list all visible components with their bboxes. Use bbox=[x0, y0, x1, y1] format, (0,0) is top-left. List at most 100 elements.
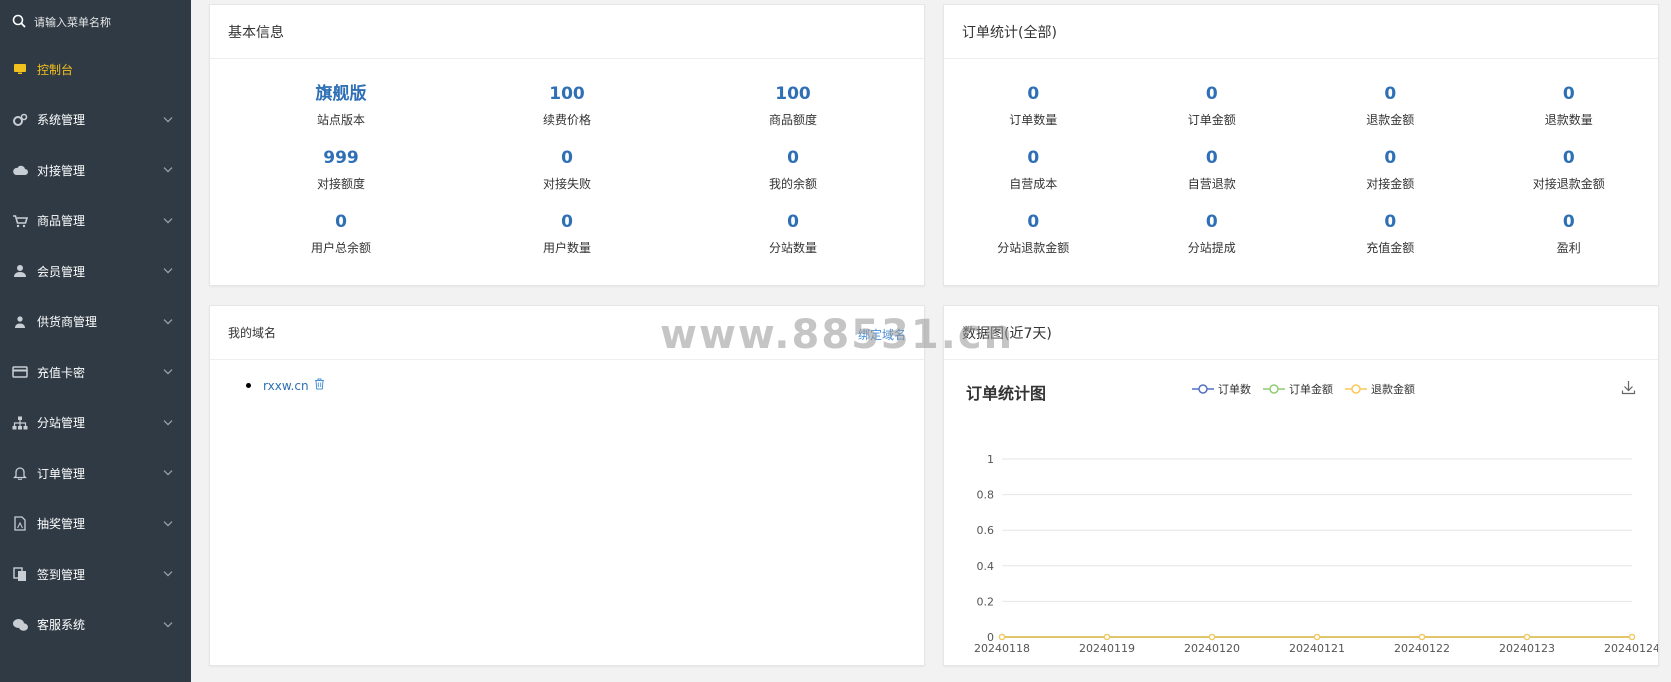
x-tick-label: 20240124 bbox=[1604, 642, 1658, 655]
stat-label: 订单数量 bbox=[1009, 113, 1058, 127]
order-stats: 0 订单数量 0 订单金额 0 退款金额 0 退款数量 0 自营成本 0 自营退款 0 对接金额 0 对接退款… bbox=[944, 59, 1658, 267]
sidebar-item[interactable]: 会员管理 bbox=[0, 246, 191, 297]
chat-icon bbox=[11, 617, 29, 633]
data-point[interactable] bbox=[1628, 633, 1636, 641]
bullet bbox=[246, 383, 251, 388]
stat-value: 旗舰版 bbox=[315, 84, 367, 104]
stat-cell: 0 退款金额 bbox=[1301, 75, 1480, 139]
sidebar-item-label: 会员管理 bbox=[37, 264, 86, 279]
basic-stats: 旗舰版 站点版本 100 续费价格 100 商品额度 999 对接额度 0 对接失败 0 我的余额 0 用… bbox=[210, 59, 924, 267]
stat-label: 自营退款 bbox=[1187, 177, 1236, 191]
stat-cell: 0 对接退款金额 bbox=[1480, 139, 1659, 203]
stat-label: 对接金额 bbox=[1366, 177, 1415, 191]
stat-cell: 999 对接额度 bbox=[228, 139, 454, 203]
sidebar-item-label: 订单管理 bbox=[37, 466, 86, 481]
stat-value: 0 bbox=[1027, 212, 1040, 232]
chevron-down-icon bbox=[163, 566, 173, 580]
stat-label: 充值金额 bbox=[1366, 241, 1415, 255]
stat-label: 对接额度 bbox=[316, 177, 365, 191]
sidebar: 请输入菜单名称 控制台系统管理对接管理 商品管理会员管理供货商管理充值卡密分站管理… bbox=[0, 0, 191, 682]
stat-value: 0 bbox=[335, 212, 347, 232]
stat-cell: 0 对接金额 bbox=[1301, 139, 1480, 203]
stat-cell: 100 续费价格 bbox=[454, 75, 680, 139]
y-tick-label: 1 bbox=[987, 453, 994, 466]
stat-value: 999 bbox=[323, 148, 359, 168]
sidebar-item[interactable]: 对接管理 bbox=[0, 145, 191, 196]
chart-area: 订单统计图 订单数 订单金额 退款金额 0 0.2 0.4 0.6 0.8 1 20240118… bbox=[944, 360, 1658, 666]
sidebar-item[interactable]: 商品管理 bbox=[0, 196, 191, 247]
stat-cell: 100 商品额度 bbox=[680, 75, 906, 139]
cloud-icon bbox=[11, 162, 29, 178]
stat-cell: 0 对接失败 bbox=[454, 139, 680, 203]
gears-icon bbox=[11, 112, 29, 128]
stat-value: 0 bbox=[561, 148, 573, 168]
y-tick-label: 0.2 bbox=[977, 595, 995, 608]
chevron-down-icon bbox=[163, 212, 173, 226]
domain-panel-header: 我的域名 绑定域名 bbox=[210, 306, 924, 360]
data-point[interactable] bbox=[1418, 633, 1426, 641]
line-chart: 00.20.40.60.8120240118 20240119 20240120 20… bbox=[974, 453, 1658, 655]
sidebar-item[interactable]: 订单管理 bbox=[0, 448, 191, 499]
stat-cell: 0 分站提成 bbox=[1123, 203, 1302, 267]
data-point[interactable] bbox=[998, 633, 1006, 641]
y-tick-label: 0.6 bbox=[977, 524, 995, 537]
sidebar-item[interactable]: 分站管理 bbox=[0, 398, 191, 449]
x-tick-label: 20240120 bbox=[1184, 642, 1240, 655]
chevron-down-icon bbox=[163, 364, 173, 378]
sidebar-item[interactable]: 控制台 bbox=[0, 44, 191, 95]
stat-value: 0 bbox=[1384, 212, 1397, 232]
data-point[interactable] bbox=[1523, 633, 1531, 641]
y-tick-label: 0.8 bbox=[977, 489, 995, 502]
sidebar-item-label: 系统管理 bbox=[37, 113, 86, 128]
bind-domain-link[interactable]: 绑定域名 bbox=[858, 326, 906, 343]
sidebar-item[interactable]: 供货商管理 bbox=[0, 297, 191, 348]
stat-value: 0 bbox=[1205, 148, 1218, 168]
stat-cell: 0 订单数量 bbox=[944, 75, 1123, 139]
data-point[interactable] bbox=[1313, 633, 1321, 641]
chevron-down-icon bbox=[163, 414, 173, 428]
stat-value: 0 bbox=[561, 212, 573, 232]
stat-value: 100 bbox=[549, 84, 585, 104]
basic-info-title: 基本信息 bbox=[210, 5, 924, 59]
sidebar-item[interactable]: 充值卡密 bbox=[0, 347, 191, 398]
y-tick-label: 0.4 bbox=[977, 560, 995, 573]
x-tick-label: 20240119 bbox=[1079, 642, 1135, 655]
stat-cell: 0 自营成本 bbox=[944, 139, 1123, 203]
stat-cell: 0 用户数量 bbox=[454, 203, 680, 267]
stat-label: 用户总余额 bbox=[310, 241, 371, 255]
sidebar-item-label: 充值卡密 bbox=[37, 365, 86, 380]
menu-search[interactable]: 请输入菜单名称 bbox=[0, 0, 191, 44]
stat-cell: 0 分站退款金额 bbox=[944, 203, 1123, 267]
chevron-down-icon bbox=[163, 263, 173, 277]
stat-value: 0 bbox=[787, 148, 799, 168]
menu-search-input[interactable]: 请输入菜单名称 bbox=[34, 14, 111, 30]
file-icon bbox=[11, 516, 29, 532]
domain-name[interactable]: rxxw.cn bbox=[263, 379, 309, 393]
stat-cell: 旗舰版 站点版本 bbox=[228, 75, 454, 139]
sidebar-item[interactable]: 客服系统 bbox=[0, 600, 191, 651]
chevron-down-icon bbox=[163, 515, 173, 529]
chevron-down-icon bbox=[163, 465, 173, 479]
stat-cell: 0 退款数量 bbox=[1480, 75, 1659, 139]
chart-panel-title: 数据图(近7天) bbox=[944, 306, 1658, 360]
stat-cell: 0 充值金额 bbox=[1301, 203, 1480, 267]
sidebar-item[interactable]: 系统管理 bbox=[0, 95, 191, 146]
data-point[interactable] bbox=[1208, 633, 1216, 641]
stat-value: 0 bbox=[1562, 84, 1575, 104]
stat-label: 站点版本 bbox=[316, 113, 365, 127]
stat-value: 0 bbox=[1562, 212, 1575, 232]
sidebar-item-label: 客服系统 bbox=[37, 618, 86, 633]
stat-label: 分站退款金额 bbox=[997, 241, 1070, 255]
data-point[interactable] bbox=[1103, 633, 1111, 641]
stat-label: 商品额度 bbox=[768, 113, 817, 127]
stat-label: 对接退款金额 bbox=[1532, 177, 1605, 191]
x-tick-label: 20240121 bbox=[1289, 642, 1345, 655]
stat-value: 0 bbox=[1027, 84, 1040, 104]
sitemap-icon bbox=[11, 415, 29, 431]
sidebar-item[interactable]: 签到管理 bbox=[0, 549, 191, 600]
sidebar-item[interactable]: 抽奖管理 bbox=[0, 499, 191, 550]
search-icon bbox=[12, 14, 26, 31]
stat-label: 订单金额 bbox=[1187, 113, 1236, 127]
trash-icon[interactable] bbox=[314, 378, 325, 393]
sidebar-item-label: 控制台 bbox=[37, 62, 74, 77]
